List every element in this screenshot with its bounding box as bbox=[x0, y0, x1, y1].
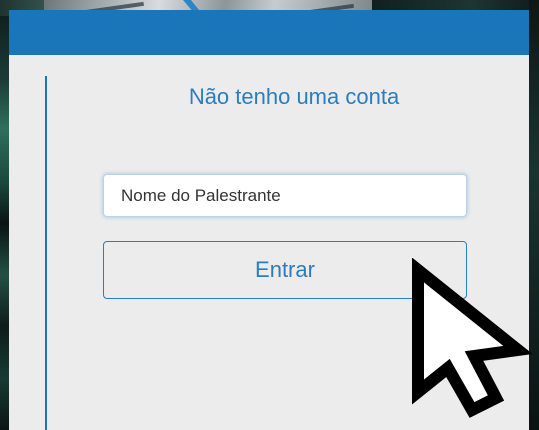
panel-title: Não tenho uma conta bbox=[188, 84, 400, 109]
screen: Não tenho uma conta Entrar bbox=[0, 0, 539, 430]
panel-header bbox=[9, 10, 529, 55]
speaker-name-input[interactable] bbox=[103, 174, 467, 217]
arrow-pointer-icon bbox=[412, 258, 532, 418]
panel-divider-line bbox=[45, 76, 47, 430]
